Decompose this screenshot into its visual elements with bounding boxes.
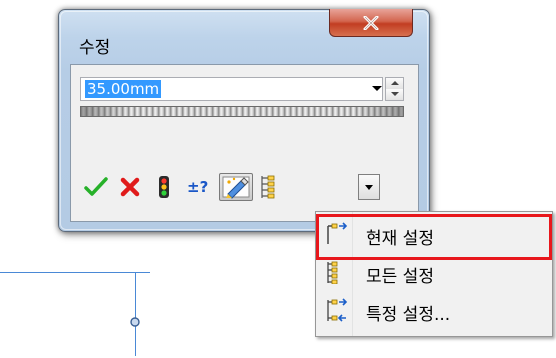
cancel-x-icon bbox=[120, 177, 140, 197]
dimension-point-icon[interactable] bbox=[129, 316, 141, 328]
dialog-client-area: 35.00mm ±? bbox=[70, 64, 419, 222]
configuration-dropdown-button[interactable] bbox=[358, 174, 380, 200]
spin-down-button[interactable] bbox=[386, 89, 403, 100]
close-icon bbox=[363, 15, 379, 30]
close-button[interactable] bbox=[329, 9, 413, 37]
dimension-value-text: 35.00mm bbox=[85, 80, 162, 98]
menu-item-specific-configs[interactable]: 특정 설정... bbox=[318, 294, 550, 326]
dimension-extension-line bbox=[0, 272, 150, 273]
thumbwheel[interactable] bbox=[80, 106, 404, 117]
dimension-leader-line bbox=[135, 272, 136, 356]
chevron-down-icon[interactable] bbox=[372, 86, 382, 91]
all-configs-icon bbox=[327, 261, 338, 284]
value-spinner[interactable] bbox=[385, 77, 404, 101]
traffic-light-icon bbox=[159, 176, 169, 198]
dimension-value-input[interactable]: 35.00mm bbox=[80, 77, 383, 101]
menu-item-label: 특정 설정... bbox=[366, 305, 451, 325]
check-icon bbox=[84, 177, 108, 196]
svg-text:±?: ±? bbox=[187, 178, 208, 196]
cancel-button[interactable] bbox=[117, 173, 143, 201]
rebuild-button[interactable] bbox=[151, 173, 177, 201]
configuration-button[interactable] bbox=[256, 173, 286, 201]
plus-minus-question-icon: ±? bbox=[187, 178, 208, 196]
mark-for-drawing-button[interactable] bbox=[219, 173, 253, 201]
configuration-tree-icon bbox=[261, 175, 275, 199]
specific-configs-icon bbox=[327, 298, 348, 322]
highlight-annotation bbox=[316, 214, 552, 260]
marker-pen-icon bbox=[222, 176, 250, 199]
ok-button[interactable] bbox=[83, 173, 109, 201]
menu-item-label: 모든 설정 bbox=[366, 267, 434, 287]
dialog-title: 수정 bbox=[79, 38, 111, 58]
modify-dialog: 수정 35.00mm ±? bbox=[58, 9, 430, 232]
tolerance-button[interactable]: ±? bbox=[185, 173, 213, 201]
menu-item-all-configs[interactable]: 모든 설정 bbox=[318, 256, 550, 288]
